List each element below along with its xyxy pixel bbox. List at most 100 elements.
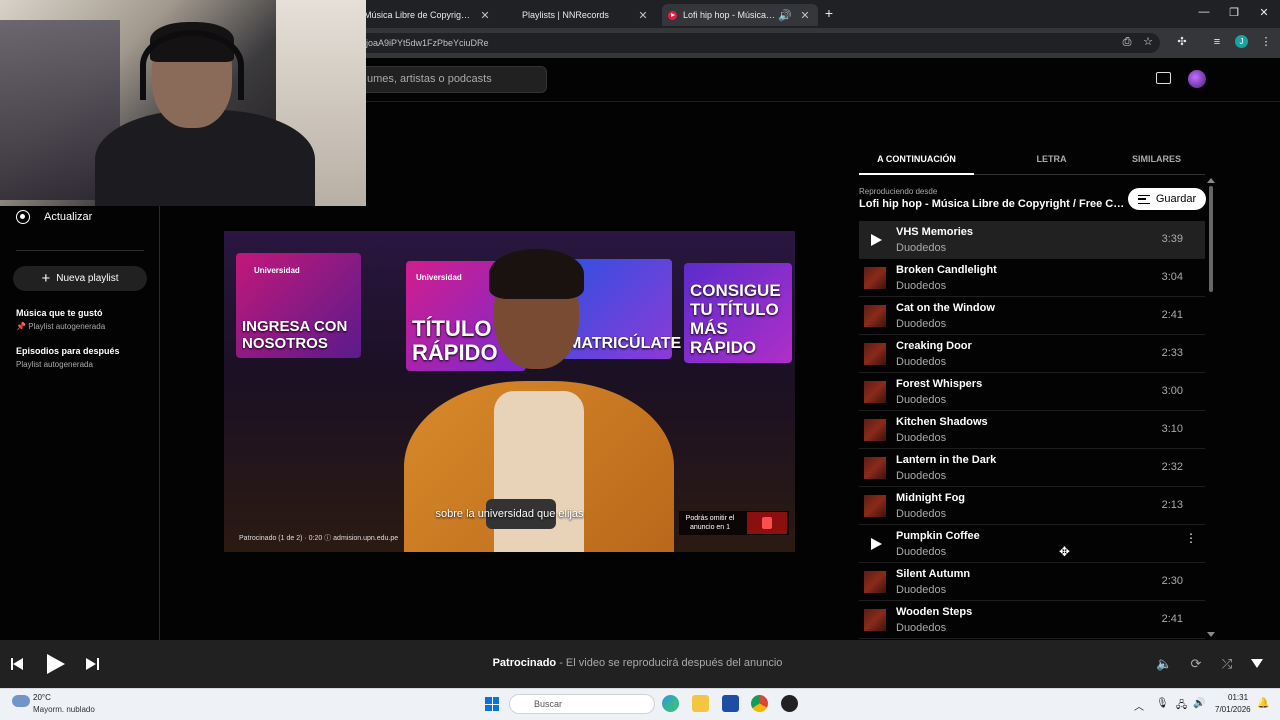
track-thumbnail[interactable] (864, 495, 886, 517)
track-artist[interactable]: Duodedos (896, 242, 946, 254)
play-icon[interactable] (864, 229, 886, 251)
track-title: Pumpkin Coffee (896, 530, 980, 542)
taskbar-search-input[interactable]: Buscar (509, 694, 655, 714)
sidebar-item-update[interactable]: Actualizar (16, 210, 92, 224)
track-title: Wooden Steps (896, 606, 973, 618)
track-thumbnail[interactable] (864, 419, 886, 441)
divider (16, 250, 144, 251)
track-artist[interactable]: Duodedos (896, 394, 946, 406)
track-artist[interactable]: Duodedos (896, 356, 946, 368)
more-vert-icon[interactable]: ⋮ (1185, 532, 1197, 544)
chevron-up-icon[interactable]: ︿ (1134, 698, 1144, 713)
browser-tab[interactable]: Música Libre de Copyright Grat ✕ (358, 4, 498, 26)
track-artist[interactable]: Duodedos (896, 432, 946, 444)
sidebar-playlist-title[interactable]: Música que te gustó (16, 308, 103, 318)
bookmark-star-icon[interactable]: ☆ (1141, 35, 1155, 49)
browser-tab-active[interactable]: Lofi hip hop - Música Libre 🔊 ✕ (662, 4, 818, 26)
queue-row[interactable]: Pumpkin Coffee Duodedos ⋮ (859, 525, 1205, 563)
queue-row[interactable]: Wooden Steps Duodedos 2:41 (859, 601, 1205, 639)
start-icon[interactable] (485, 697, 499, 711)
extensions-icon[interactable]: ✣ (1175, 35, 1189, 49)
tab-related[interactable]: SIMILARES (1099, 154, 1214, 164)
save-button[interactable]: Guardar (1128, 188, 1206, 210)
next-video-thumbnail (747, 512, 787, 534)
close-icon[interactable]: ✕ (798, 9, 812, 22)
clock-date[interactable]: 7/01/2026 (1215, 705, 1251, 714)
queue-row[interactable]: Creaking Door Duodedos 2:33 (859, 335, 1205, 373)
new-tab-icon[interactable]: + (822, 5, 836, 21)
playlist-subtitle-text: Playlist autogenerada (28, 322, 106, 331)
queue-row[interactable]: Cat on the Window Duodedos 2:41 (859, 297, 1205, 335)
queue-row[interactable]: VHS Memories Duodedos 3:39 (859, 221, 1205, 259)
minimize-icon[interactable]: — (1197, 6, 1211, 18)
file-explorer-icon[interactable] (692, 695, 709, 712)
track-artist[interactable]: Duodedos (896, 318, 946, 330)
volume-tray-icon[interactable]: 🔊 (1193, 698, 1205, 709)
media-control-icon[interactable]: ≡ (1210, 35, 1224, 49)
queue-row[interactable]: Forest Whispers Duodedos 3:00 (859, 373, 1205, 411)
track-thumbnail[interactable] (864, 457, 886, 479)
chrome-icon[interactable] (751, 695, 768, 712)
queue-row[interactable]: Silent Autumn Duodedos 2:30 (859, 563, 1205, 601)
browser-tab[interactable]: Playlists | NNRecords ✕ (516, 4, 656, 26)
track-thumbnail[interactable] (864, 343, 886, 365)
scrollbar-thumb[interactable] (1209, 186, 1213, 292)
track-thumbnail[interactable] (864, 305, 886, 327)
queue-row[interactable]: Broken Candlelight Duodedos 3:04 (859, 259, 1205, 297)
edge-icon[interactable] (662, 695, 679, 712)
queue-row[interactable]: Midnight Fog Duodedos 2:13 (859, 487, 1205, 525)
ad-sponsor-info[interactable]: Patrocinado (1 de 2) · 0:20 ⓘ admision.u… (239, 533, 398, 543)
headset (140, 30, 244, 100)
microphone-icon[interactable]: 🎙 (1156, 698, 1169, 709)
url-field[interactable]: joaA9iPYt5dw1FzPbeYciuDRe (350, 33, 1160, 53)
sidebar-playlist-title[interactable]: Episodios para después (16, 346, 120, 356)
track-artist[interactable]: Duodedos (896, 470, 946, 482)
track-thumbnail[interactable] (864, 571, 886, 593)
clock-time[interactable]: 01:31 (1228, 693, 1248, 702)
install-app-icon[interactable]: ⎙ (1120, 35, 1134, 49)
close-icon[interactable]: ✕ (636, 9, 650, 22)
obs-icon[interactable] (781, 695, 798, 712)
track-thumbnail[interactable] (864, 381, 886, 403)
queue-row[interactable]: Lantern in the Dark Duodedos 2:32 (859, 449, 1205, 487)
scroll-up-arrow[interactable] (1207, 178, 1215, 183)
cast-icon[interactable] (1156, 72, 1171, 84)
track-artist[interactable]: Duodedos (896, 280, 946, 292)
play-icon[interactable] (864, 533, 886, 555)
track-artist[interactable]: Duodedos (896, 546, 946, 558)
new-playlist-button[interactable]: + Nueva playlist (13, 266, 147, 291)
repeat-icon[interactable]: ⟳ (1188, 656, 1204, 672)
skip-ad-button[interactable]: Podrás omitir el anuncio en 1 (679, 511, 789, 535)
weather-icon[interactable] (10, 691, 30, 707)
weather-condition[interactable]: Mayorm. nublado (33, 705, 95, 714)
tab-lyrics[interactable]: LETRA (994, 154, 1109, 164)
expand-player-icon[interactable] (1251, 659, 1263, 668)
track-artist[interactable]: Duodedos (896, 584, 946, 596)
queue-row[interactable]: Kitchen Shadows Duodedos 3:10 (859, 411, 1205, 449)
track-artist[interactable]: Duodedos (896, 508, 946, 520)
temperature[interactable]: 20°C (33, 693, 51, 702)
shuffle-icon[interactable]: ⤮ (1219, 656, 1235, 672)
close-icon[interactable]: ✕ (478, 9, 492, 22)
track-artist[interactable]: Duodedos (896, 622, 946, 634)
tab-up-next[interactable]: A CONTINUACIÓN (859, 154, 974, 164)
store-icon[interactable] (722, 695, 739, 712)
notification-icon[interactable]: 🔔 (1257, 698, 1269, 709)
close-window-icon[interactable]: ✕ (1257, 6, 1271, 19)
update-icon (16, 210, 30, 224)
scroll-down-arrow[interactable] (1207, 632, 1215, 637)
profile-avatar[interactable]: J (1235, 35, 1248, 48)
speaker-icon[interactable]: 🔊 (778, 9, 792, 22)
volume-icon[interactable]: 🔈 (1156, 656, 1172, 672)
search-input[interactable]: umes, artistas o podcasts (340, 66, 547, 93)
network-icon[interactable]: 🖧 (1176, 698, 1187, 715)
kebab-menu-icon[interactable]: ⋮ (1259, 35, 1273, 49)
track-thumbnail[interactable] (864, 267, 886, 289)
account-avatar[interactable] (1188, 70, 1206, 88)
playlist-name[interactable]: Lofi hip hop - Música Libre de Copyright… (859, 198, 1127, 210)
restore-icon[interactable]: ❐ (1227, 6, 1241, 19)
video-player[interactable]: INGRESA CON NOSOTROS Universidad TÍTULO … (224, 231, 795, 552)
track-thumbnail[interactable] (864, 609, 886, 631)
track-title: Forest Whispers (896, 378, 983, 390)
track-duration: 2:33 (1161, 347, 1183, 359)
